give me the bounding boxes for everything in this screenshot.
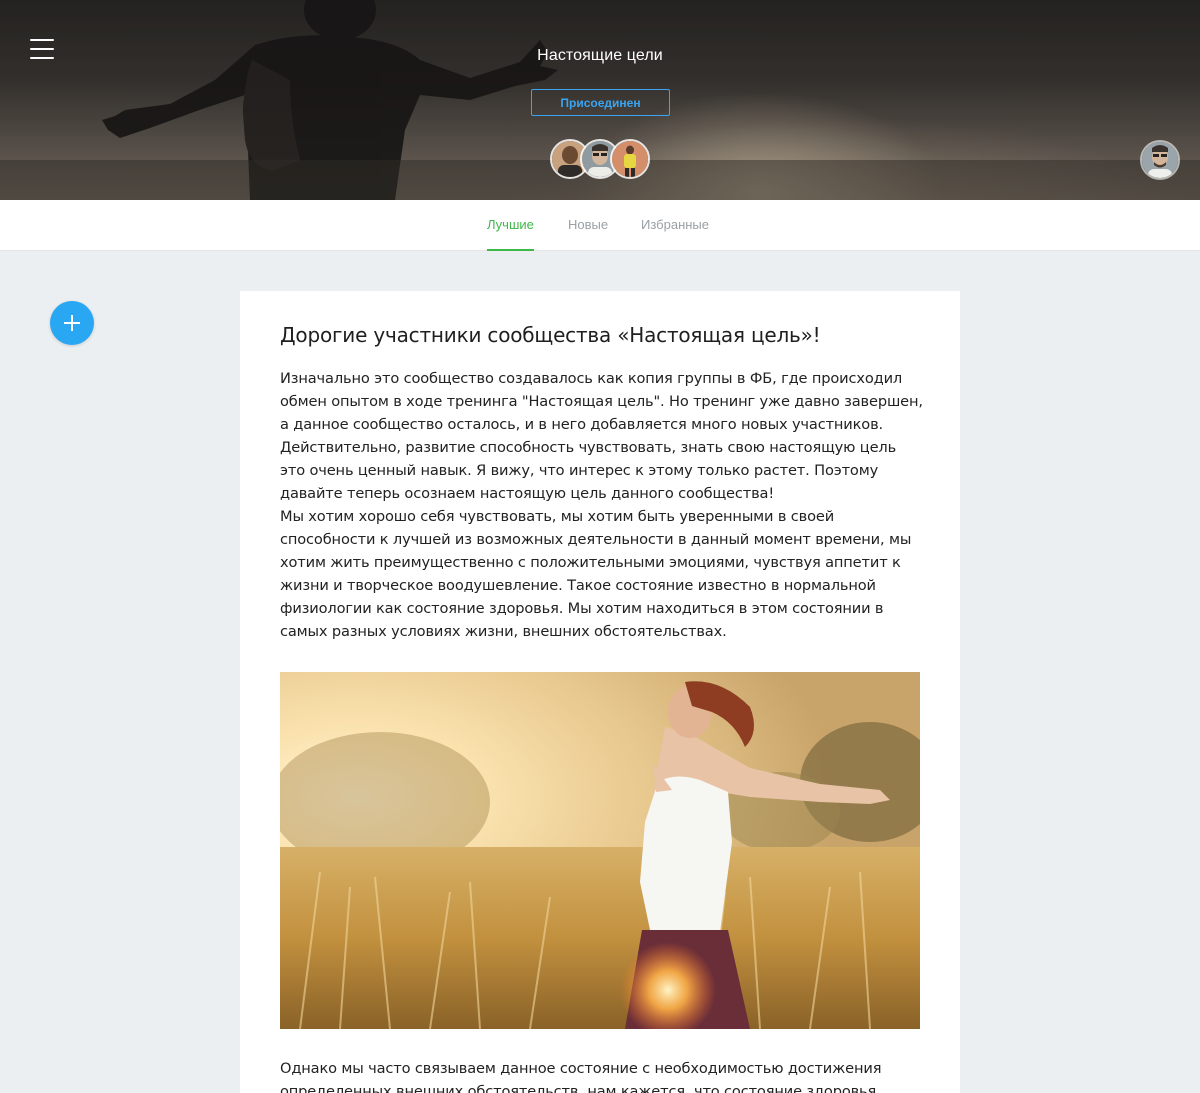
- post-image: [280, 672, 920, 1029]
- post-paragraph: Изначально это сообщество создавалось ка…: [280, 370, 923, 502]
- plus-icon[interactable]: [50, 301, 94, 345]
- post-body-continued: Однако мы часто связываем данное состоян…: [280, 1057, 925, 1093]
- member-avatar-3[interactable]: [610, 139, 650, 179]
- menu-line: [30, 39, 54, 41]
- post-paragraph: Мы хотим хорошо себя чувствовать, мы хот…: [280, 508, 912, 640]
- post-title: Дорогие участники сообщества «Настоящая …: [280, 323, 821, 347]
- post-card: Дорогие участники сообщества «Настоящая …: [240, 291, 960, 1093]
- group-title: Настоящие цели: [537, 47, 663, 64]
- post-paragraph: Однако мы часто связываем данное состоян…: [280, 1060, 882, 1093]
- user-avatar[interactable]: [1140, 140, 1180, 180]
- tabs-bar: Лучшие Новые Избранные: [0, 200, 1200, 251]
- members-avatars[interactable]: [550, 139, 660, 179]
- tab-best[interactable]: Лучшие: [487, 200, 534, 251]
- tab-new[interactable]: Новые: [568, 200, 608, 251]
- join-button[interactable]: Присоединен: [531, 89, 670, 116]
- post-body: Изначально это сообщество создавалось ка…: [280, 367, 925, 643]
- tab-favorites[interactable]: Избранные: [641, 200, 709, 251]
